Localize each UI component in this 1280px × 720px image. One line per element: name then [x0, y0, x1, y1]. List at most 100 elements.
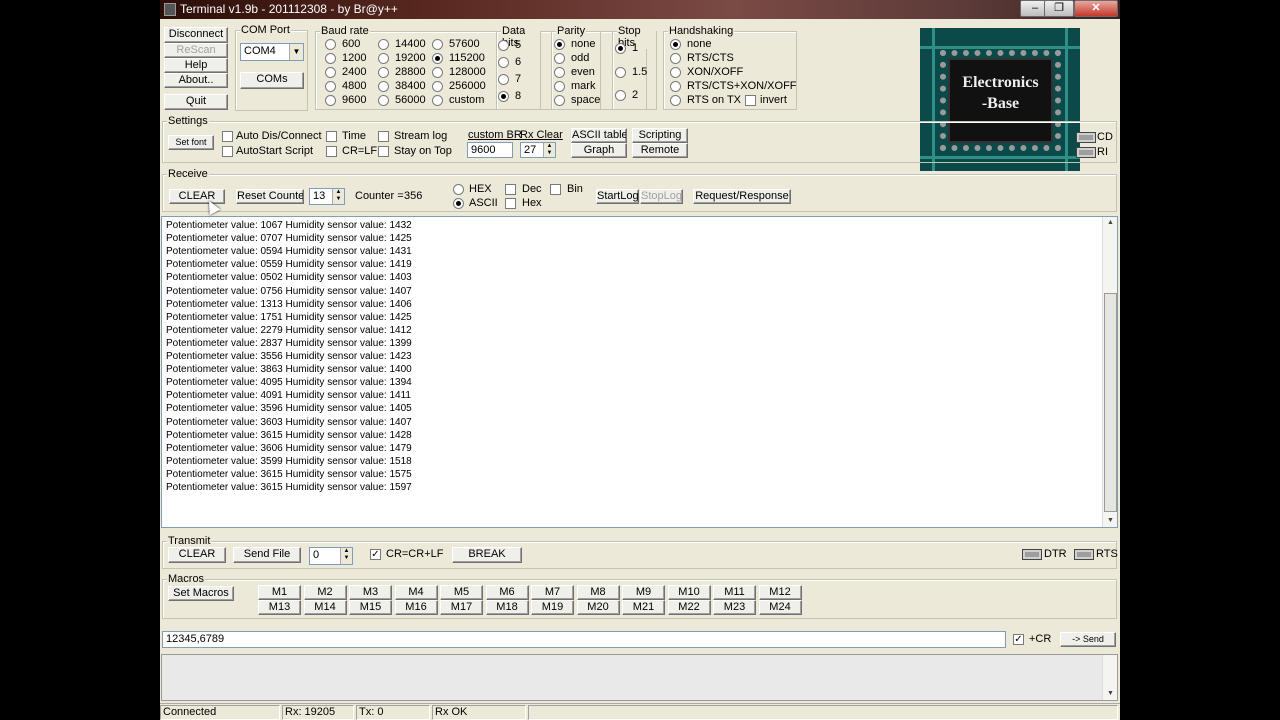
scroll-down-icon[interactable]: ▼	[1103, 688, 1118, 700]
coms-button[interactable]: COMs	[240, 72, 304, 89]
macro-button-m8[interactable]: M8	[576, 585, 620, 600]
databits-radio-3[interactable]	[498, 91, 509, 102]
baud-radio-custom[interactable]	[432, 95, 443, 106]
ascii-table-button[interactable]: ASCII table	[571, 128, 627, 143]
macro-button-m7[interactable]: M7	[531, 585, 574, 600]
receive-scrollbar[interactable]: ▲ ▼	[1102, 217, 1117, 527]
baud-radio-600[interactable]	[325, 39, 336, 50]
scroll-down-icon[interactable]: ▼	[1103, 515, 1117, 527]
counter-stepper[interactable]: 13 ▲ ▼	[309, 188, 345, 205]
baud-radio-256000[interactable]	[432, 81, 443, 92]
baud-radio-38400[interactable]	[378, 81, 389, 92]
stopbits-radio-1[interactable]	[615, 67, 626, 78]
macro-button-m24[interactable]: M24	[758, 600, 802, 615]
macro-button-m16[interactable]: M16	[394, 600, 438, 615]
macro-button-m6[interactable]: M6	[485, 585, 529, 600]
baud-radio-115200[interactable]	[432, 53, 443, 64]
baud-radio-9600[interactable]	[325, 95, 336, 106]
close-button[interactable]: ✕	[1074, 0, 1118, 17]
transmit-scrollbar[interactable]: ▼	[1102, 655, 1117, 700]
rx-clear-stepper[interactable]: 27 ▲ ▼	[520, 142, 556, 158]
dtr-led[interactable]	[1022, 549, 1042, 560]
hex-radio[interactable]	[453, 184, 464, 195]
macro-button-m13[interactable]: M13	[258, 600, 301, 615]
rescan-button[interactable]: ReScan	[164, 43, 228, 58]
bin-checkbox[interactable]	[550, 184, 561, 195]
macro-button-m3[interactable]: M3	[349, 585, 392, 600]
macro-button-m22[interactable]: M22	[667, 600, 711, 615]
ascii-radio[interactable]	[453, 198, 464, 209]
macro-button-m10[interactable]: M10	[667, 585, 711, 600]
baud-radio-4800[interactable]	[325, 81, 336, 92]
receive-log[interactable]: Potentiometer value: 1067 Humidity senso…	[161, 216, 1118, 528]
quit-button[interactable]: Quit	[164, 94, 228, 110]
help-button[interactable]: Help	[164, 58, 228, 73]
macro-button-m17[interactable]: M17	[440, 600, 483, 615]
macro-button-m4[interactable]: M4	[394, 585, 438, 600]
maximize-button[interactable]: ❐	[1044, 0, 1074, 17]
stream-log-checkbox[interactable]	[378, 131, 389, 142]
transmit-stepper[interactable]: 0 ▲ ▼	[309, 547, 353, 565]
baud-radio-19200[interactable]	[378, 53, 389, 64]
baud-radio-1200[interactable]	[325, 53, 336, 64]
send-file-button[interactable]: Send File	[233, 547, 301, 563]
start-log-button[interactable]: StartLog	[596, 189, 639, 204]
stopbits-radio-2[interactable]	[615, 90, 626, 101]
reset-counter-button[interactable]: Reset Counter	[236, 189, 304, 204]
scroll-thumb[interactable]	[1104, 293, 1117, 512]
request-response-button[interactable]: Request/Response	[693, 189, 791, 204]
macro-button-m14[interactable]: M14	[303, 600, 347, 615]
set-font-button[interactable]: Set font	[168, 135, 214, 150]
break-button[interactable]: BREAK	[452, 547, 522, 563]
time-checkbox[interactable]	[326, 131, 337, 142]
scripting-button[interactable]: Scripting	[632, 128, 688, 143]
macro-button-m19[interactable]: M19	[531, 600, 574, 615]
parity-radio-4[interactable]	[554, 95, 565, 106]
macro-button-m2[interactable]: M2	[303, 585, 347, 600]
macro-button-m15[interactable]: M15	[349, 600, 392, 615]
set-macros-button[interactable]: Set Macros	[168, 586, 234, 601]
transmit-clear-button[interactable]: CLEAR	[168, 547, 226, 563]
invert-checkbox[interactable]	[745, 95, 756, 106]
macro-button-m9[interactable]: M9	[622, 585, 665, 600]
macro-button-m18[interactable]: M18	[485, 600, 529, 615]
macro-button-m1[interactable]: M1	[258, 585, 301, 600]
com-port-select[interactable]: COM4 ▼	[240, 43, 304, 61]
remote-button[interactable]: Remote	[632, 143, 688, 158]
baud-radio-128000[interactable]	[432, 67, 443, 78]
handshaking-radio-2[interactable]	[670, 67, 681, 78]
macro-button-m23[interactable]: M23	[713, 600, 756, 615]
parity-radio-0[interactable]	[554, 39, 565, 50]
macro-button-m20[interactable]: M20	[576, 600, 620, 615]
databits-radio-0[interactable]	[498, 40, 509, 51]
baud-radio-14400[interactable]	[378, 39, 389, 50]
macro-button-m11[interactable]: M11	[713, 585, 756, 600]
handshaking-radio-3[interactable]	[670, 81, 681, 92]
handshaking-radio-0[interactable]	[670, 39, 681, 50]
auto-dis-connect-checkbox[interactable]	[222, 131, 233, 142]
rts-led[interactable]	[1074, 549, 1094, 560]
parity-radio-1[interactable]	[554, 53, 565, 64]
baud-radio-2400[interactable]	[325, 67, 336, 78]
transmit-log[interactable]: ▼	[161, 654, 1118, 701]
handshaking-radio-4[interactable]	[670, 95, 681, 106]
macro-button-m21[interactable]: M21	[622, 600, 665, 615]
stay-on-top-checkbox[interactable]	[378, 146, 389, 157]
disconnect-button[interactable]: Disconnect	[164, 27, 228, 43]
cr-lf-checkbox[interactable]	[326, 146, 337, 157]
baud-radio-28800[interactable]	[378, 67, 389, 78]
databits-radio-1[interactable]	[498, 57, 509, 68]
dec-checkbox[interactable]	[505, 184, 516, 195]
handshaking-radio-1[interactable]	[670, 53, 681, 64]
custom-br-input[interactable]: 9600	[467, 142, 513, 158]
send-button[interactable]: -> Send	[1060, 632, 1116, 647]
cr-cr-lf-checkbox[interactable]: ✓	[370, 549, 381, 560]
graph-button[interactable]: Graph	[571, 143, 627, 158]
parity-radio-2[interactable]	[554, 67, 565, 78]
plus-cr-checkbox[interactable]: ✓	[1013, 634, 1024, 645]
databits-radio-2[interactable]	[498, 74, 509, 85]
baud-radio-57600[interactable]	[432, 39, 443, 50]
about-button[interactable]: About..	[164, 73, 228, 88]
macro-button-m12[interactable]: M12	[758, 585, 802, 600]
macro-button-m5[interactable]: M5	[440, 585, 483, 600]
